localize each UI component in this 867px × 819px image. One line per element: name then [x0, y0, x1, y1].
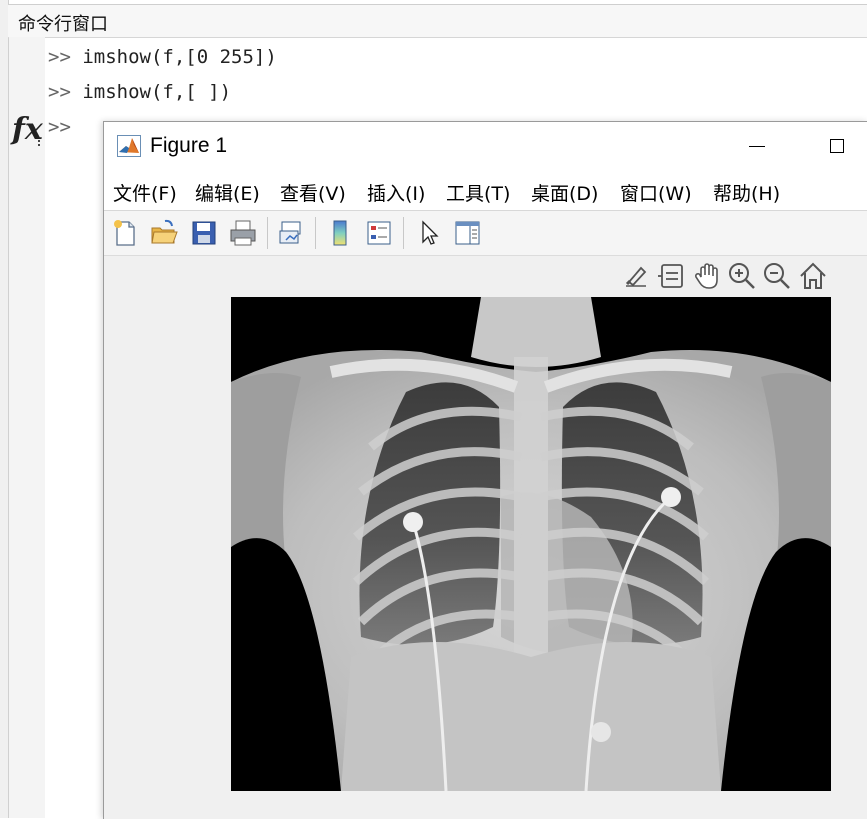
command-window-titlebar: 命令行窗口	[8, 4, 867, 38]
open-file-icon[interactable]	[149, 218, 179, 248]
prompt: >>	[48, 46, 71, 68]
figure-titlebar[interactable]: Figure 1	[104, 122, 867, 168]
pan-icon[interactable]	[692, 260, 724, 292]
zoom-out-icon[interactable]	[761, 260, 793, 292]
toolbar-separator	[267, 217, 268, 249]
data-tips-icon[interactable]	[656, 260, 688, 292]
figure-toolbar	[104, 211, 867, 256]
legend-icon[interactable]	[364, 218, 394, 248]
menu-help[interactable]: 帮助(H)	[713, 179, 780, 206]
edit-pointer-icon[interactable]	[414, 218, 444, 248]
toolbar-separator	[315, 217, 316, 249]
menu-file[interactable]: 文件(F)	[113, 179, 177, 206]
axes-toolbar	[620, 260, 835, 294]
command-gutter	[9, 37, 45, 818]
maximize-button[interactable]	[830, 139, 844, 153]
command-window-title: 命令行窗口	[18, 14, 108, 35]
minimize-button[interactable]	[749, 146, 765, 147]
command-history-line[interactable]: >> imshow(f,[0 255])	[48, 46, 277, 68]
print-icon[interactable]	[228, 218, 258, 248]
menu-insert[interactable]: 插入(I)	[367, 179, 425, 206]
prompt: >>	[48, 81, 71, 103]
restore-view-icon[interactable]	[797, 260, 829, 292]
colorbar-icon[interactable]	[325, 218, 355, 248]
link-plot-icon[interactable]	[276, 218, 306, 248]
menu-edit[interactable]: 编辑(E)	[195, 179, 260, 206]
command-history-line[interactable]: >> imshow(f,[ ])	[48, 81, 231, 103]
figure-title: Figure 1	[150, 134, 228, 157]
command-text: imshow(f,[0 255])	[82, 46, 277, 68]
menu-view[interactable]: 查看(V)	[280, 179, 346, 206]
figure-window: Figure 1 文件(F) 编辑(E) 查看(V) 插入(I) 工具(T) 桌…	[103, 121, 867, 819]
menu-window[interactable]: 窗口(W)	[620, 179, 692, 206]
property-inspector-icon[interactable]	[452, 218, 482, 248]
matlab-logo-icon	[117, 135, 141, 157]
new-figure-icon[interactable]	[110, 218, 140, 248]
menu-tools[interactable]: 工具(T)	[446, 179, 510, 206]
brush-icon[interactable]	[620, 260, 652, 292]
command-text: imshow(f,[ ])	[82, 81, 232, 103]
current-prompt[interactable]: >>	[48, 116, 71, 138]
function-browser-dropdown-icon[interactable]	[38, 140, 44, 146]
save-icon[interactable]	[189, 218, 219, 248]
menu-desktop[interactable]: 桌面(D)	[531, 179, 598, 206]
chest-xray-image	[231, 297, 831, 791]
zoom-in-icon[interactable]	[726, 260, 758, 292]
left-edge	[0, 0, 9, 818]
figure-menubar: 文件(F) 编辑(E) 查看(V) 插入(I) 工具(T) 桌面(D) 窗口(W…	[104, 168, 867, 211]
toolbar-separator	[403, 217, 404, 249]
